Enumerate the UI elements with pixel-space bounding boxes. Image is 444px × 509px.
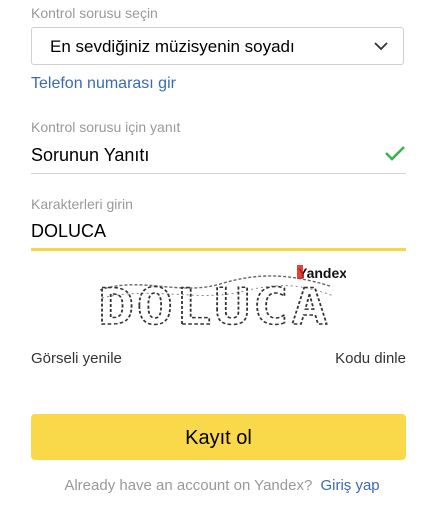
- captcha-actions: Görseli yenile Kodu dinle: [31, 350, 406, 370]
- captcha-image: DOLUCA Yandex: [97, 265, 346, 334]
- phone-number-link[interactable]: Telefon numarası gir: [31, 75, 176, 93]
- answer-value: Sorunun Yanıtı: [31, 145, 150, 165]
- captcha-input[interactable]: DOLUCA: [31, 216, 406, 251]
- register-button[interactable]: Kayıt ol: [31, 414, 406, 460]
- yandex-logo: Yandex: [298, 265, 346, 281]
- security-question-value: En sevdiğiniz müzisyenin soyadı: [50, 37, 295, 56]
- refresh-image-link[interactable]: Görseli yenile: [31, 350, 122, 367]
- captcha-image-text: DOLUCA: [98, 278, 330, 334]
- answer-label: Kontrol sorusu için yanıt: [31, 119, 181, 135]
- login-prompt-text: Already have an account on Yandex?: [64, 477, 313, 494]
- security-question-select[interactable]: En sevdiğiniz müzisyenin soyadı: [31, 27, 404, 65]
- listen-code-link[interactable]: Kodu dinle: [335, 350, 406, 367]
- captcha-label: Karakterleri girin: [31, 196, 133, 212]
- captcha-input-value: DOLUCA: [31, 221, 107, 241]
- checkmark-icon: [385, 146, 405, 161]
- login-link[interactable]: Giriş yap: [320, 477, 379, 494]
- answer-field[interactable]: Sorunun Yanıtı: [31, 141, 406, 174]
- security-question-label: Kontrol sorusu seçin: [31, 5, 158, 21]
- yandex-logo-accent: [297, 265, 303, 279]
- chevron-down-icon: [374, 42, 388, 51]
- login-prompt-row: Already have an account on Yandex? Giriş…: [0, 477, 444, 494]
